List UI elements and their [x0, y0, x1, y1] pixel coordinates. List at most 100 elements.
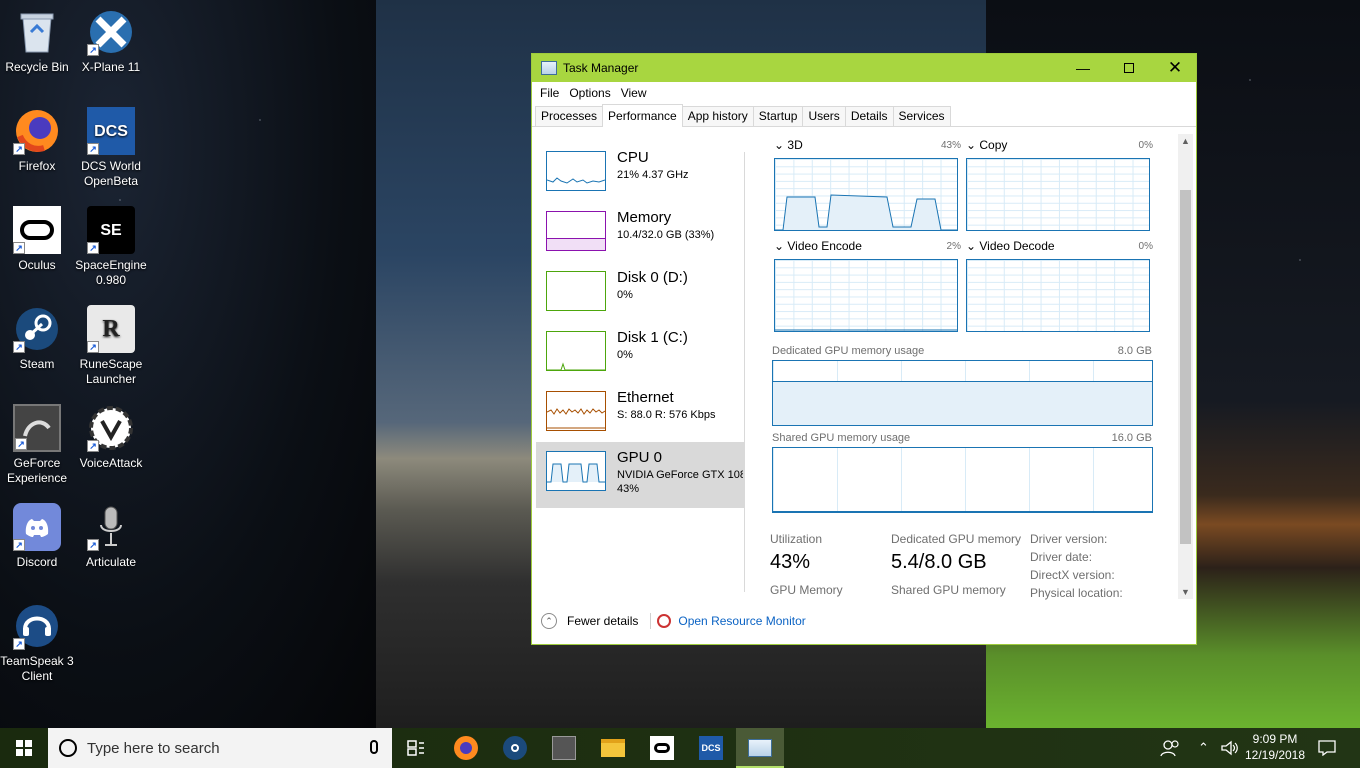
desktop-icon-label: RuneScape Launcher	[79, 357, 143, 386]
task-view-icon	[404, 736, 428, 760]
tab-details[interactable]: Details	[844, 106, 894, 126]
desktop-icon-label: TeamSpeak 3 Client	[0, 654, 74, 683]
taskbar-dcs[interactable]: DCS	[687, 728, 735, 768]
tab-performance[interactable]: Performance	[602, 104, 683, 127]
geforce-icon	[552, 736, 576, 760]
resource-detail: 10.4/32.0 GB (33%)	[617, 229, 715, 241]
desktop-icon-voiceattack[interactable]: ↗ VoiceAttack	[74, 404, 148, 471]
scroll-down-icon[interactable]: ▼	[1178, 587, 1193, 597]
tab-strip: Processes Performance App history Startu…	[532, 104, 1196, 127]
dedicated-memory-label: Dedicated GPU memory usage	[772, 345, 925, 357]
desktop-icon-teamspeak[interactable]: ↗ TeamSpeak 3 Client	[0, 602, 74, 684]
resource-name: CPU	[617, 149, 649, 166]
teamspeak-icon: ↗	[13, 602, 61, 650]
search-placeholder: Type here to search	[87, 739, 220, 757]
voiceattack-icon: ↗	[87, 404, 135, 452]
chevron-up-icon[interactable]: ⌃	[1198, 728, 1209, 768]
menu-file[interactable]: File	[535, 86, 564, 100]
engine-3d-label[interactable]: ⌄ 3D	[774, 138, 803, 152]
gpu-thumbnail-graph	[546, 451, 606, 491]
microphone-icon[interactable]	[370, 740, 378, 754]
tab-processes[interactable]: Processes	[535, 106, 604, 126]
footer: ⌃ Fewer details Open Resource Monitor	[532, 610, 1196, 632]
maximize-icon	[1124, 63, 1134, 73]
shortcut-arrow-icon: ↗	[13, 341, 25, 353]
tab-users[interactable]: Users	[802, 106, 846, 126]
resource-disk0[interactable]: Disk 0 (D:) 0%	[536, 262, 744, 328]
desktop-icon-spaceengine[interactable]: SE ↗ SpaceEngine 0.980	[74, 206, 148, 288]
menu-view[interactable]: View	[616, 86, 652, 100]
desktop-icon-xplane[interactable]: ↗ X-Plane 11	[74, 8, 148, 75]
articulate-icon: ↗	[87, 503, 135, 551]
people-icon[interactable]	[1160, 728, 1180, 768]
desktop-icon-firefox[interactable]: ↗ Firefox	[0, 107, 74, 174]
taskbar-firefox[interactable]	[442, 728, 490, 768]
desktop-icon-recycle-bin[interactable]: Recycle Bin	[0, 8, 74, 75]
desktop-icon-runescape[interactable]: R ↗ RuneScape Launcher	[74, 305, 148, 387]
start-button[interactable]	[0, 728, 48, 768]
resource-detail: S: 88.0 R: 576 Kbps	[617, 409, 716, 421]
shortcut-arrow-icon: ↗	[13, 143, 25, 155]
resource-disk1[interactable]: Disk 1 (C:) 0%	[536, 322, 744, 388]
resource-memory[interactable]: Memory 10.4/32.0 GB (33%)	[536, 202, 744, 268]
tab-startup[interactable]: Startup	[752, 106, 804, 126]
action-center-icon[interactable]	[1318, 728, 1336, 768]
search-box[interactable]: Type here to search	[48, 728, 392, 768]
fewer-details-button[interactable]: Fewer details	[567, 614, 638, 628]
desktop-icon-label: Discord	[16, 555, 58, 569]
menu-options[interactable]: Options	[564, 86, 615, 100]
engine-video-encode-graph	[774, 259, 958, 332]
engine-copy-pct: 0%	[1138, 140, 1153, 151]
scroll-up-icon[interactable]: ▲	[1178, 136, 1193, 146]
oculus-icon: ↗	[13, 206, 61, 254]
engine-video-encode-label[interactable]: ⌄ Video Encode	[774, 239, 862, 253]
pane-divider[interactable]	[744, 152, 745, 592]
shortcut-arrow-icon: ↗	[13, 638, 25, 650]
title-bar[interactable]: Task Manager — ✕	[532, 54, 1196, 82]
desktop-icon-label: DCS World OpenBeta	[81, 159, 141, 188]
open-resource-monitor-link[interactable]: Open Resource Monitor	[678, 614, 805, 628]
dedicated-memory-graph	[772, 360, 1153, 426]
desktop-icon-label: Recycle Bin	[5, 60, 69, 74]
driver-version-label: Driver version:	[1030, 532, 1108, 546]
window-title: Task Manager	[563, 61, 639, 75]
volume-icon[interactable]	[1220, 728, 1238, 768]
engine-video-decode-label[interactable]: ⌄ Video Decode	[966, 239, 1055, 253]
shortcut-arrow-icon: ↗	[87, 242, 99, 254]
resource-cpu[interactable]: CPU 21% 4.37 GHz	[536, 142, 744, 208]
taskbar-task-manager[interactable]	[736, 728, 784, 768]
ethernet-thumbnail-graph	[546, 391, 606, 431]
taskbar-file-explorer[interactable]	[589, 728, 637, 768]
shortcut-arrow-icon: ↗	[87, 341, 99, 353]
resource-monitor-icon	[657, 614, 672, 628]
dedicated-gpu-memory-value: 5.4/8.0 GB	[891, 551, 987, 573]
close-button[interactable]: ✕	[1152, 54, 1198, 82]
tab-services[interactable]: Services	[892, 106, 951, 126]
desktop-icon-oculus[interactable]: ↗ Oculus	[0, 206, 74, 273]
resource-list: CPU 21% 4.37 GHz Memory 10.4/32.0 GB (33…	[536, 142, 744, 592]
minimize-button[interactable]: —	[1060, 54, 1106, 82]
engine-copy-label[interactable]: ⌄ Copy	[966, 138, 1007, 152]
clock[interactable]: 9:09 PM 12/19/2018	[1238, 731, 1312, 763]
scroll-thumb[interactable]	[1180, 190, 1191, 544]
task-manager-window: Task Manager — ✕ File Options View Proce…	[531, 53, 1197, 645]
maximize-button[interactable]	[1106, 54, 1152, 82]
desktop-icon-dcs[interactable]: DCS ↗ DCS World OpenBeta	[74, 107, 148, 189]
desktop-icon-discord[interactable]: ↗ Discord	[0, 503, 74, 570]
resource-name: Disk 0 (D:)	[617, 269, 688, 286]
chevron-up-icon[interactable]: ⌃	[541, 613, 557, 629]
taskbar-oculus[interactable]	[638, 728, 686, 768]
resource-ethernet[interactable]: Ethernet S: 88.0 R: 576 Kbps	[536, 382, 744, 448]
firefox-icon	[454, 736, 478, 760]
taskbar-steam[interactable]	[491, 728, 539, 768]
desktop-icon-steam[interactable]: ↗ Steam	[0, 305, 74, 372]
disk0-thumbnail-graph	[546, 271, 606, 311]
resource-gpu0[interactable]: GPU 0 NVIDIA GeForce GTX 108 43%	[536, 442, 744, 508]
desktop-icon-articulate[interactable]: ↗ Articulate	[74, 503, 148, 570]
desktop-icon-geforce[interactable]: ↗ GeForce Experience	[0, 404, 74, 486]
tab-app-history[interactable]: App history	[681, 106, 754, 126]
cortana-icon	[59, 739, 77, 757]
taskbar-geforce[interactable]	[540, 728, 588, 768]
task-view-button[interactable]	[392, 728, 440, 768]
vertical-scrollbar[interactable]: ▲ ▼	[1178, 134, 1193, 599]
